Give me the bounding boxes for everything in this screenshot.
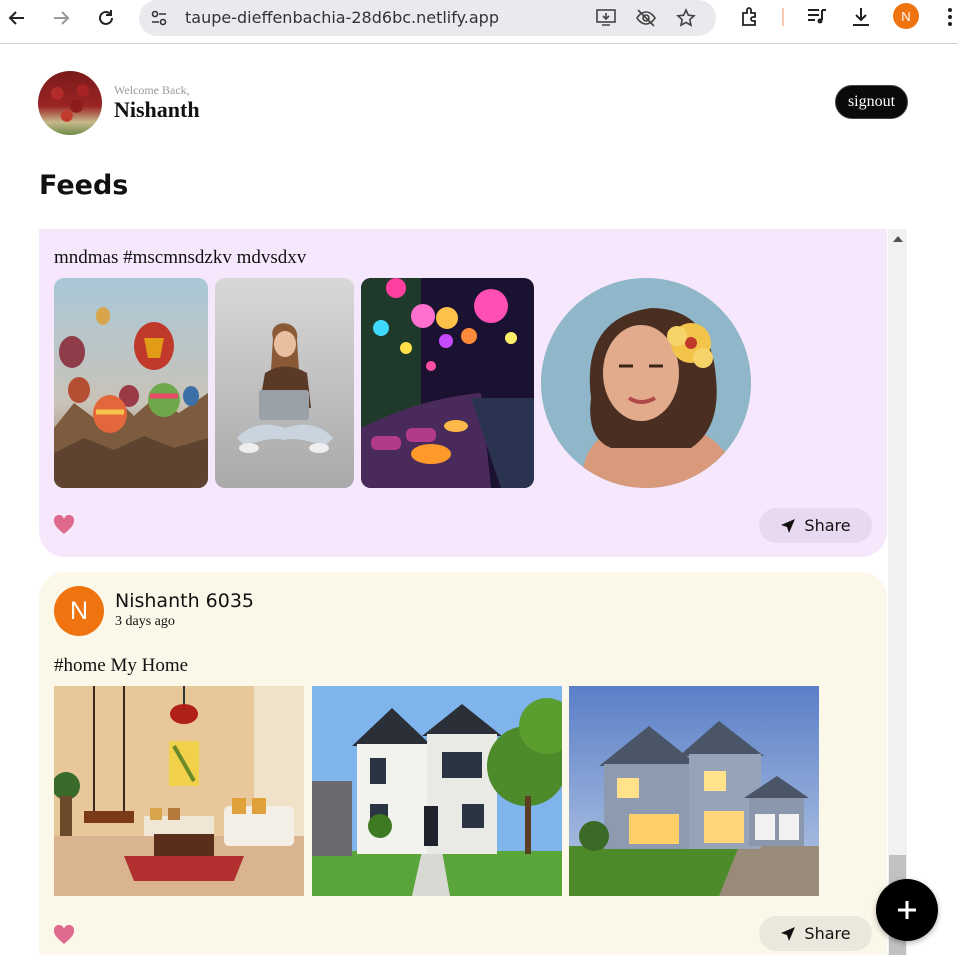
- feed-post: mndmas #mscmnsdzkv mdvsdxv Share: [39, 229, 887, 557]
- forward-arrow-icon[interactable]: [47, 4, 75, 32]
- reload-icon[interactable]: [92, 4, 120, 32]
- add-post-button[interactable]: [876, 879, 938, 941]
- eye-off-icon[interactable]: [635, 7, 657, 29]
- site-settings-icon[interactable]: [148, 7, 170, 29]
- post-image-portrait[interactable]: [541, 278, 751, 488]
- share-label: Share: [804, 516, 851, 535]
- post-time: 3 days ago: [115, 614, 175, 629]
- author-avatar[interactable]: N: [54, 586, 104, 636]
- profile-avatar[interactable]: N: [893, 3, 919, 29]
- back-arrow-icon[interactable]: [3, 4, 31, 32]
- browser-toolbar: taupe-dieffenbachia-28d6bc.netlify.app N: [0, 0, 958, 44]
- author-name[interactable]: Nishanth 6035: [115, 590, 254, 612]
- toolbar-divider: [782, 8, 784, 26]
- author-initial: N: [69, 596, 89, 625]
- plus-icon: [898, 901, 916, 919]
- feed-scrollbar[interactable]: [888, 229, 907, 955]
- feed-post: N Nishanth 6035 3 days ago #home My Home: [39, 572, 887, 955]
- signout-button[interactable]: signout: [835, 85, 908, 119]
- media-icon[interactable]: [805, 5, 829, 29]
- post-image-lantern-patio[interactable]: [361, 278, 534, 488]
- heart-icon[interactable]: [53, 924, 75, 945]
- post-image-living-room[interactable]: [54, 686, 304, 896]
- address-bar[interactable]: taupe-dieffenbachia-28d6bc.netlify.app: [139, 0, 716, 36]
- share-button[interactable]: Share: [759, 508, 872, 543]
- feed-list[interactable]: mndmas #mscmnsdzkv mdvsdxv Share N Nisha…: [39, 229, 907, 955]
- more-vert-icon[interactable]: [938, 5, 958, 29]
- extensions-icon[interactable]: [738, 5, 762, 29]
- post-image-laptop-woman[interactable]: [215, 278, 354, 488]
- profile-initial: N: [901, 8, 911, 24]
- welcome-text: Welcome Back,: [114, 83, 190, 97]
- user-avatar: [38, 71, 102, 135]
- post-image-dusk-house[interactable]: [569, 686, 819, 896]
- scroll-up-arrow-icon[interactable]: [888, 233, 907, 245]
- page-title: Feeds: [39, 170, 129, 201]
- share-arrow-icon: [781, 518, 796, 533]
- share-arrow-icon: [781, 926, 796, 941]
- username: Nishanth: [114, 97, 200, 122]
- post-caption: #home My Home: [54, 655, 189, 676]
- heart-icon[interactable]: [53, 514, 75, 535]
- post-image-modern-house[interactable]: [312, 686, 562, 896]
- star-icon[interactable]: [675, 7, 697, 29]
- post-image-balloons[interactable]: [54, 278, 208, 488]
- share-button[interactable]: Share: [759, 916, 872, 951]
- url-text[interactable]: taupe-dieffenbachia-28d6bc.netlify.app: [185, 8, 499, 27]
- install-icon[interactable]: [595, 7, 617, 29]
- download-icon[interactable]: [849, 5, 873, 29]
- post-caption: mndmas #mscmnsdzkv mdvsdxv: [54, 247, 307, 268]
- share-label: Share: [804, 924, 851, 943]
